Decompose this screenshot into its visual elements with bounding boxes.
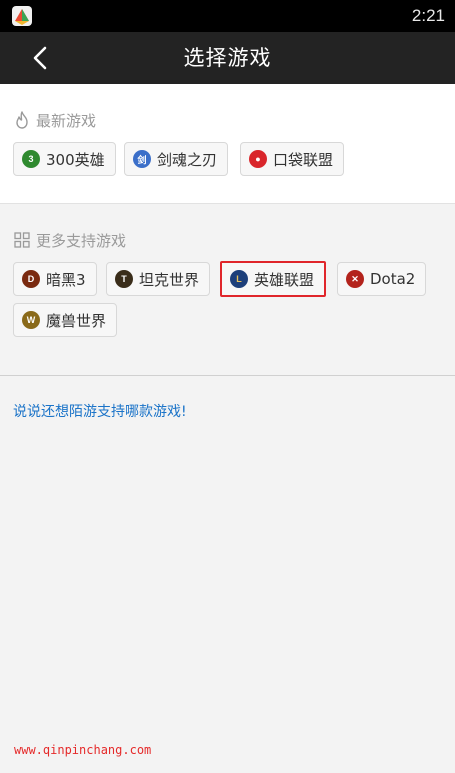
game-diablo-3-icon: D [22,270,40,288]
game-soul-blade-icon: 剑 [133,150,151,168]
watermark: www.qinpinchang.com [14,743,152,757]
game-chip-label: 英雄联盟 [254,270,315,289]
game-chip-dota2[interactable]: ✕ Dota2 [337,262,427,296]
game-pocket-league-icon: ● [249,150,267,168]
game-world-of-tanks-icon: T [115,270,133,288]
page-title: 选择游戏 [183,46,272,70]
fire-icon [16,111,28,129]
latest-games-header: 最新游戏 [14,109,96,131]
game-chip-label: 口袋联盟 [273,150,334,169]
game-300-heroes-icon: 3 [22,150,40,168]
game-chip-diablo-3[interactable]: D 暗黑3 [13,262,97,296]
app-notification-icon [12,6,32,26]
game-chip-label: 300英雄 [46,150,105,169]
game-chip-label: 暗黑3 [46,270,86,289]
game-chip-label: 魔兽世界 [46,311,107,330]
game-chip-pocket-league[interactable]: ● 口袋联盟 [240,142,345,176]
nav-bar: 选择游戏 [0,32,455,84]
grid-icon [14,232,30,248]
status-time: 2:21 [411,6,445,25]
game-chip-label: 坦克世界 [139,270,200,289]
more-games-title: 更多支持游戏 [36,231,127,250]
game-chip-300-heroes[interactable]: 3 300英雄 [13,142,116,176]
latest-games-title: 最新游戏 [36,111,97,130]
status-bar: 2:21 [0,0,455,32]
latest-games-section: 最新游戏 3 300英雄 剑 剑魂之刃 ● 口袋联盟 [0,84,455,204]
game-chip-world-of-tanks[interactable]: T 坦克世界 [106,262,211,296]
game-chip-world-of-warcraft[interactable]: W 魔兽世界 [13,303,118,337]
suggest-game-link[interactable]: 说说还想陌游支持哪款游戏! [13,401,187,421]
game-chip-league-of-legends[interactable]: L 英雄联盟 [220,261,327,297]
game-chip-soul-blade[interactable]: 剑 剑魂之刃 [124,142,229,176]
game-chip-label: 剑魂之刃 [157,150,218,169]
game-dota2-icon: ✕ [346,270,364,288]
more-games-section: 更多支持游戏 D 暗黑3 T 坦克世界 L 英雄联盟 ✕ Dota2 W 魔兽世… [0,204,455,376]
game-chip-label: Dota2 [370,270,416,288]
game-world-of-warcraft-icon: W [22,311,40,329]
more-games-header: 更多支持游戏 [14,229,126,251]
game-league-of-legends-icon: L [230,270,248,288]
